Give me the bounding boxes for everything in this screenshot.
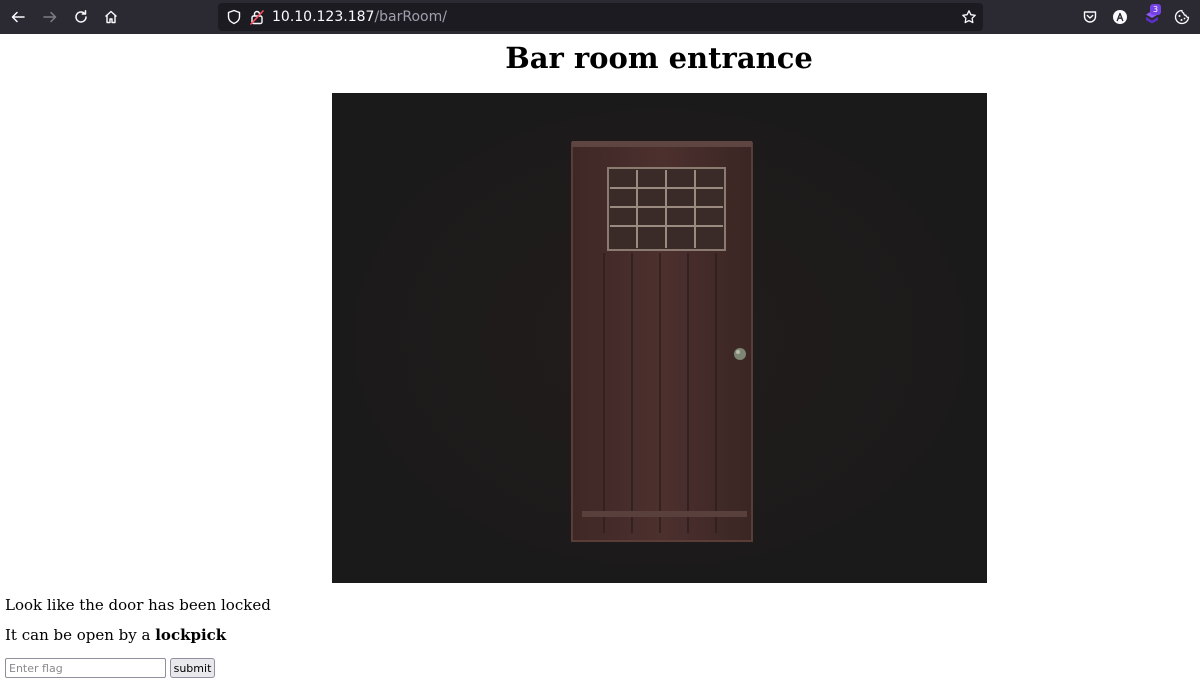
account-icon[interactable] [1108,5,1132,29]
pocket-icon[interactable] [1078,5,1102,29]
forward-arrow-icon[interactable] [38,5,62,29]
url-text[interactable]: 10.10.123.187/barRoom/ [272,7,447,27]
shield-icon[interactable] [226,9,242,25]
back-arrow-icon[interactable] [6,5,30,29]
browser-toolbar: 10.10.123.187/barRoom/ 3 [0,0,1200,34]
url-bar[interactable]: 10.10.123.187/barRoom/ [218,3,983,31]
cookie-icon[interactable] [1170,5,1194,29]
lockpick-keyword: lockpick [155,626,227,644]
url-host: 10.10.123.187 [272,9,375,25]
flag-input[interactable] [5,658,166,678]
star-icon[interactable] [961,9,977,25]
url-path: /barRoom/ [374,9,447,25]
home-icon[interactable] [99,5,123,29]
reload-icon[interactable] [69,5,93,29]
door-image [332,93,987,583]
lockpick-hint: It can be open by a lockpick [5,626,226,644]
locked-message: Look like the door has been locked [5,596,271,614]
lockpick-hint-prefix: It can be open by a [5,626,156,644]
submit-button[interactable]: submit [170,658,215,678]
insecure-lock-icon[interactable] [249,9,265,25]
extension-badge: 3 [1150,4,1161,15]
page-title: Bar room entrance [505,41,813,75]
